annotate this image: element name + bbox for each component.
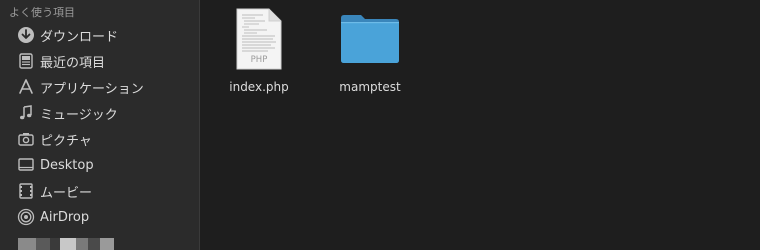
airdrop-icon: [16, 207, 36, 227]
finder-window: よく使う項目 ダウンロード 最近の項目 アプリケーション ミュージック ピクチャ…: [0, 0, 760, 250]
sidebar-list: ダウンロード 最近の項目 アプリケーション ミュージック ピクチャ Deskto…: [0, 22, 199, 230]
sidebar: よく使う項目 ダウンロード 最近の項目 アプリケーション ミュージック ピクチャ…: [0, 0, 200, 250]
sidebar-item-desktop[interactable]: Desktop: [0, 152, 199, 178]
sidebar-item-airdrop[interactable]: AirDrop: [0, 204, 199, 230]
sidebar-item-label: Desktop: [40, 157, 94, 173]
sidebar-item-label: ムービー: [40, 185, 93, 201]
sidebar-item-label: アプリケーション: [40, 81, 144, 97]
php-file-icon: PHP: [235, 8, 283, 74]
sidebar-item-recents[interactable]: 最近の項目: [0, 48, 199, 74]
sidebar-item-label: ピクチャ: [40, 133, 92, 149]
file-item-index-php[interactable]: PHP index.php: [209, 8, 309, 94]
sidebar-item-label: 最近の項目: [40, 55, 106, 71]
php-badge: PHP: [251, 55, 268, 65]
pictures-icon: [16, 129, 36, 149]
download-icon: [16, 25, 36, 45]
recents-icon: [16, 51, 36, 71]
sidebar-item-music[interactable]: ミュージック: [0, 100, 199, 126]
sidebar-item-movies[interactable]: ムービー: [0, 178, 199, 204]
sidebar-item-label: ミュージック: [40, 107, 118, 123]
applications-icon: [16, 77, 36, 97]
sidebar-section-favorites: よく使う項目: [9, 6, 75, 19]
sidebar-item-label: AirDrop: [40, 209, 90, 225]
desktop-icon: [16, 155, 36, 175]
file-name-label: index.php: [229, 80, 289, 94]
sidebar-item-downloads[interactable]: ダウンロード: [0, 22, 199, 48]
folder-item-mamptest[interactable]: mamptest: [320, 8, 420, 94]
sidebar-item-label: ダウンロード: [40, 29, 119, 45]
sidebar-item-pictures[interactable]: ピクチャ: [0, 126, 199, 152]
sidebar-item-applications[interactable]: アプリケーション: [0, 74, 199, 100]
blurred-sidebar-item: [18, 238, 128, 250]
file-name-label: mamptest: [339, 80, 401, 94]
movies-icon: [16, 181, 36, 201]
music-icon: [16, 103, 36, 123]
file-browser-content: PHP index.php mamptest: [200, 0, 760, 250]
folder-icon: [339, 8, 401, 74]
